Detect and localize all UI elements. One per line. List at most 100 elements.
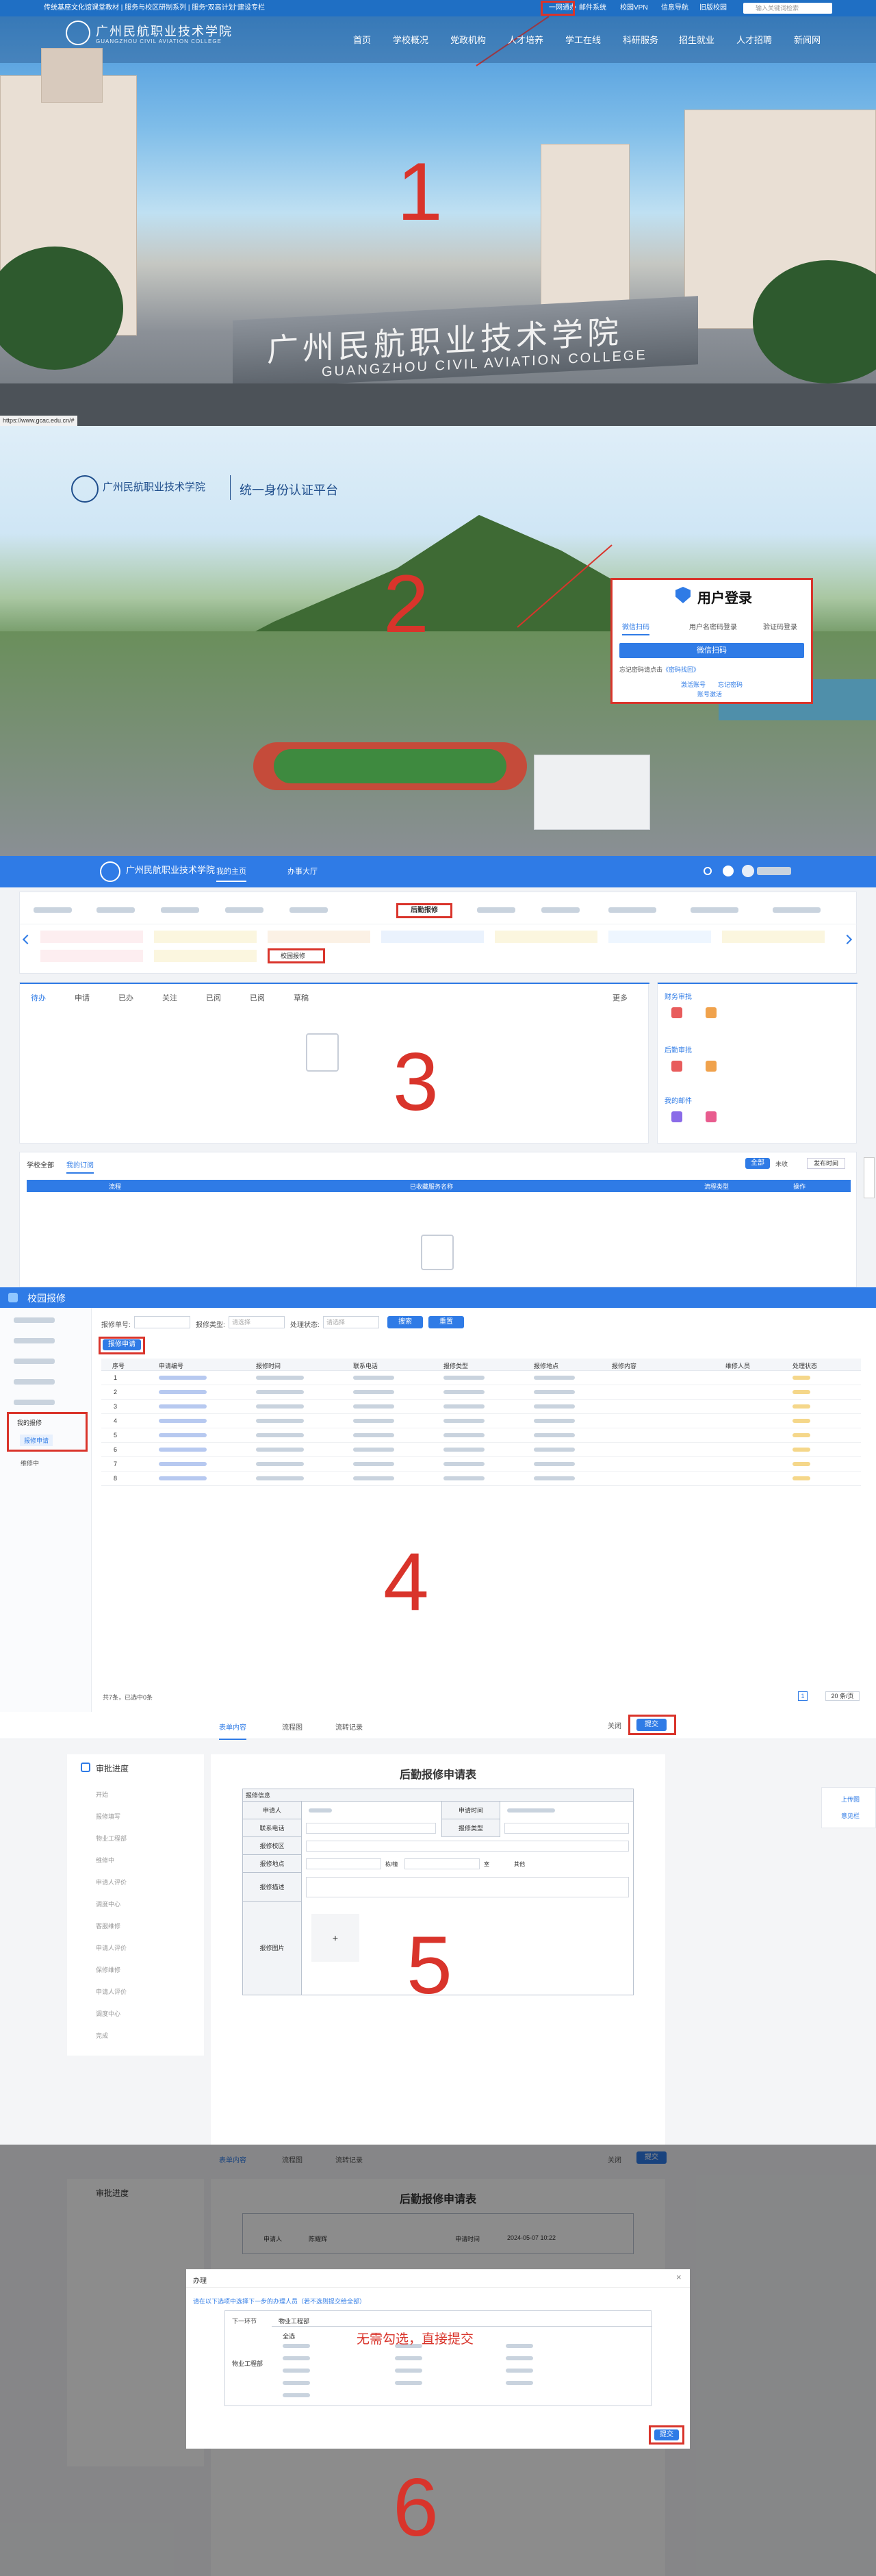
page-number[interactable]: 1 — [798, 1691, 808, 1701]
mail-icon[interactable] — [706, 1111, 717, 1122]
table-row[interactable]: 6 — [101, 1443, 861, 1457]
service-card[interactable] — [608, 931, 711, 943]
tab-school-all[interactable]: 学校全部 — [27, 1159, 54, 1170]
activate-hint[interactable]: 账号激活 — [697, 690, 722, 698]
upload-link[interactable]: 上传图 — [841, 1795, 860, 1804]
building-input[interactable] — [306, 1858, 381, 1869]
toggle-all[interactable]: 全部 — [745, 1158, 770, 1169]
tab-code[interactable]: 验证码登录 — [763, 621, 797, 631]
service-campus-repair[interactable]: 校园报修 — [268, 948, 325, 963]
handler-option[interactable] — [283, 2381, 310, 2385]
service-card[interactable] — [722, 931, 825, 943]
apply-repair-button[interactable]: 报修申请 — [103, 1339, 141, 1350]
handler-option[interactable] — [395, 2356, 422, 2360]
nav-item-teaching[interactable]: 人才培养 — [508, 33, 543, 46]
row-id[interactable] — [159, 1390, 207, 1394]
search-icon[interactable] — [704, 867, 712, 875]
reset-button[interactable]: 重置 — [428, 1316, 464, 1328]
table-row[interactable]: 2 — [101, 1385, 861, 1400]
help-icon[interactable] — [723, 866, 734, 876]
wechat-login-button[interactable]: 微信扫码 — [619, 643, 804, 658]
tab-read[interactable]: 已阅 — [206, 992, 221, 1003]
mail-link[interactable]: 邮件系统 — [579, 0, 606, 16]
table-row[interactable]: 1 — [101, 1371, 861, 1385]
tab-flowchart[interactable]: 流程图 — [282, 1721, 302, 1732]
mail-icon[interactable] — [671, 1111, 682, 1122]
sidebar-item[interactable] — [14, 1317, 55, 1323]
forgot-password-link[interactable]: 忘记密码 — [718, 680, 743, 689]
tab-hall[interactable]: 办事大厅 — [287, 866, 318, 876]
category-logistics-repair[interactable]: 后勤报修 — [396, 903, 452, 918]
tab-password[interactable]: 用户名密码登录 — [689, 621, 737, 631]
tab-read-2[interactable]: 已阅 — [250, 992, 265, 1003]
handler-option[interactable] — [283, 2344, 310, 2348]
repair-type-select[interactable] — [504, 1823, 629, 1834]
search-button[interactable]: 搜索 — [387, 1316, 423, 1328]
upload-button[interactable]: + — [311, 1914, 359, 1962]
tab-form-content[interactable]: 表单内容 — [219, 1721, 246, 1740]
sort-select[interactable]: 发布时间 — [807, 1158, 845, 1169]
more-link[interactable]: 更多 — [613, 992, 628, 1003]
arrow-left-icon[interactable] — [22, 934, 33, 945]
sidebar-item[interactable] — [14, 1359, 55, 1364]
sidebar-item-in-repair[interactable]: 维修中 — [21, 1459, 39, 1467]
search-input[interactable]: 输入关键词检索 — [743, 3, 832, 14]
row-id[interactable] — [159, 1462, 207, 1466]
nav-item-research[interactable]: 科研服务 — [623, 33, 658, 46]
opinion-link[interactable]: 意见栏 — [841, 1811, 860, 1820]
forget-link[interactable]: 《密码找回》 — [662, 666, 699, 673]
table-row[interactable]: 8 — [101, 1472, 861, 1486]
sidebar-item-my-repair[interactable]: 我的报修 — [17, 1418, 42, 1427]
tab-subscribed[interactable]: 我的订阅 — [66, 1159, 94, 1174]
row-id[interactable] — [159, 1419, 207, 1423]
row-id[interactable] — [159, 1476, 207, 1480]
dialog-submit-button[interactable]: 提交 — [654, 2429, 679, 2440]
service-card[interactable] — [154, 950, 257, 962]
category-item[interactable] — [34, 907, 72, 913]
vpn-link[interactable]: 校园VPN — [620, 0, 648, 16]
nav-item-recruit[interactable]: 人才招聘 — [736, 33, 772, 46]
filter-type-select[interactable]: 请选择 — [229, 1316, 285, 1328]
tab-draft[interactable]: 草稿 — [294, 992, 309, 1003]
page-size-select[interactable]: 20 条/页 — [825, 1691, 860, 1701]
table-row[interactable]: 3 — [101, 1400, 861, 1414]
category-item[interactable] — [225, 907, 263, 913]
handler-option[interactable] — [506, 2381, 533, 2385]
handler-option[interactable] — [283, 2393, 310, 2397]
side-float-toolbar[interactable] — [864, 1157, 875, 1198]
desc-textarea[interactable] — [306, 1877, 629, 1897]
arrow-right-icon[interactable] — [842, 934, 853, 945]
select-all-checkbox[interactable]: 全选 — [283, 2332, 295, 2340]
handler-option[interactable] — [506, 2369, 533, 2373]
nav-item-admission[interactable]: 招生就业 — [679, 33, 714, 46]
category-item[interactable] — [608, 907, 656, 913]
logistics-icon[interactable] — [671, 1061, 682, 1072]
filter-status-select[interactable]: 请选择 — [323, 1316, 379, 1328]
category-item[interactable] — [477, 907, 515, 913]
close-button[interactable]: 关闭 — [608, 1720, 621, 1730]
category-item[interactable] — [691, 907, 738, 913]
handler-option[interactable] — [506, 2356, 533, 2360]
nav-item-student[interactable]: 学工在线 — [565, 33, 601, 46]
nav-item-org[interactable]: 党政机构 — [450, 33, 486, 46]
finance-icon[interactable] — [671, 1007, 682, 1018]
close-icon[interactable]: × — [676, 2272, 682, 2282]
sidebar-item[interactable] — [14, 1379, 55, 1385]
tab-flow-record[interactable]: 流转记录 — [335, 1721, 363, 1732]
table-row[interactable]: 5 — [101, 1428, 861, 1443]
row-id[interactable] — [159, 1433, 207, 1437]
phone-input[interactable] — [306, 1823, 436, 1834]
filter-no-input[interactable] — [134, 1316, 190, 1328]
logistics-icon[interactable] — [706, 1061, 717, 1072]
service-card[interactable] — [495, 931, 597, 943]
handler-option[interactable] — [283, 2369, 310, 2373]
category-item[interactable] — [773, 907, 821, 913]
service-card[interactable] — [381, 931, 484, 943]
row-id[interactable] — [159, 1376, 207, 1380]
old-site-link[interactable]: 旧版校园 — [699, 0, 727, 16]
handler-option[interactable] — [395, 2381, 422, 2385]
category-item[interactable] — [541, 907, 580, 913]
service-card[interactable] — [40, 950, 143, 962]
handler-option[interactable] — [395, 2369, 422, 2373]
table-row[interactable]: 7 — [101, 1457, 861, 1472]
